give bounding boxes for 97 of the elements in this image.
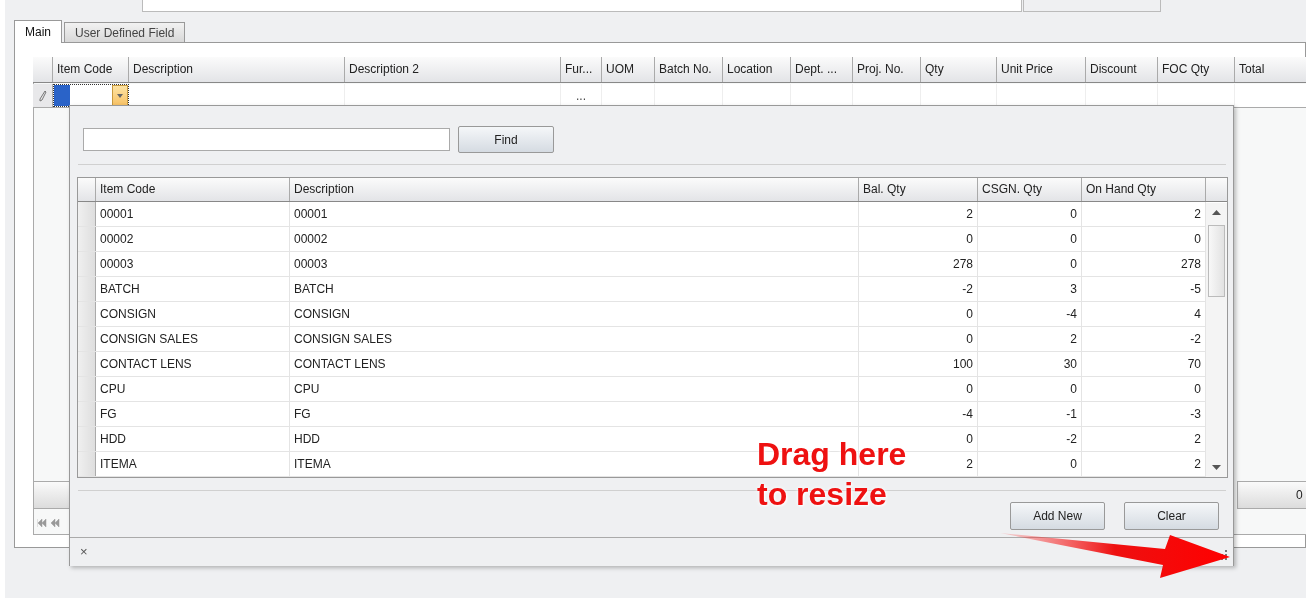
column-header[interactable]: Unit Price: [997, 57, 1086, 82]
table-cell: FG: [290, 402, 859, 426]
column-header[interactable]: Bal. Qty: [859, 178, 978, 201]
table-cell: 00001: [290, 202, 859, 226]
row-indicator[interactable]: [78, 327, 96, 351]
table-cell: 0: [978, 252, 1082, 276]
table-cell: 278: [859, 252, 978, 276]
table-cell: -2: [859, 277, 978, 301]
table-cell: -1: [978, 402, 1082, 426]
table-cell: 0: [859, 327, 978, 351]
dropdown-caret-icon[interactable]: [112, 85, 128, 106]
tab[interactable]: Main: [14, 20, 62, 43]
row-indicator[interactable]: [78, 302, 96, 326]
scrollbar[interactable]: [1206, 203, 1227, 477]
table-cell: 0: [859, 227, 978, 251]
table-cell: 100: [859, 352, 978, 376]
column-header[interactable]: Discount: [1086, 57, 1158, 82]
table-row[interactable]: CONSIGN SALES CONSIGN SALES 0 2 -2: [78, 327, 1206, 352]
table-cell: 0: [978, 202, 1082, 226]
table-cell: 0: [978, 377, 1082, 401]
scroll-up-icon[interactable]: [1212, 210, 1221, 215]
row-indicator[interactable]: [78, 227, 96, 251]
column-header[interactable]: Description: [290, 178, 859, 201]
row-indicator[interactable]: [78, 427, 96, 451]
column-header[interactable]: Description: [129, 57, 345, 82]
column-header[interactable]: Item Code: [96, 178, 290, 201]
row-indicator[interactable]: [78, 202, 96, 226]
pencil-icon: [38, 89, 47, 102]
ellipsis-button[interactable]: ...: [576, 86, 586, 105]
row-indicator[interactable]: [78, 452, 96, 476]
column-header[interactable]: Qty: [921, 57, 997, 82]
table-cell: 0: [978, 452, 1082, 476]
column-header[interactable]: Fur...: [561, 57, 602, 82]
column-header[interactable]: Item Code: [53, 57, 129, 82]
row-indicator[interactable]: [78, 352, 96, 376]
table-cell: 0: [859, 302, 978, 326]
row-indicator[interactable]: [78, 402, 96, 426]
table-cell: 3: [978, 277, 1082, 301]
close-button[interactable]: ×: [80, 542, 88, 562]
table-cell: 00003: [96, 252, 290, 276]
table-cell: CPU: [290, 377, 859, 401]
navigation-first-previous-icon[interactable]: [37, 519, 63, 527]
table-cell: -2: [978, 427, 1082, 451]
column-header[interactable]: Batch No.: [655, 57, 723, 82]
table-cell: 30: [978, 352, 1082, 376]
table-row[interactable]: 00002 00002 0 0 0: [78, 227, 1206, 252]
table-cell: CONSIGN SALES: [96, 327, 290, 351]
table-row[interactable]: CONTACT LENS CONTACT LENS 100 30 70: [78, 352, 1206, 377]
table-cell: BATCH: [96, 277, 290, 301]
table-cell: 2: [978, 327, 1082, 351]
column-header[interactable]: On Hand Qty: [1082, 178, 1206, 201]
scroll-thumb[interactable]: [1208, 225, 1225, 297]
table-cell: ITEMA: [96, 452, 290, 476]
table-row[interactable]: FG FG -4 -1 -3: [78, 402, 1206, 427]
column-header[interactable]: Total: [1235, 57, 1306, 82]
table-cell: 00003: [290, 252, 859, 276]
column-header[interactable]: FOC Qty: [1158, 57, 1235, 82]
dialog-button[interactable]: Clear: [1124, 502, 1219, 530]
table-cell: CPU: [96, 377, 290, 401]
annotation-text: to resize: [757, 475, 888, 514]
input-field[interactable]: [142, 0, 1022, 12]
table-cell: CONSIGN: [290, 302, 859, 326]
table-cell: BATCH: [290, 277, 859, 301]
column-header[interactable]: UOM: [602, 57, 655, 82]
table-row[interactable]: CONSIGN CONSIGN 0 -4 4: [78, 302, 1206, 327]
table-cell: 00002: [96, 227, 290, 251]
column-header[interactable]: Location: [723, 57, 791, 82]
row-indicator[interactable]: [78, 377, 96, 401]
table-cell: FG: [96, 402, 290, 426]
table-row[interactable]: BATCH BATCH -2 3 -5: [78, 277, 1206, 302]
table-cell: HDD: [96, 427, 290, 451]
table-row[interactable]: 00001 00001 2 0 2: [78, 202, 1206, 227]
tab[interactable]: User Defined Field: [64, 22, 186, 43]
table-row[interactable]: 00003 00003 278 0 278: [78, 252, 1206, 277]
find-button[interactable]: Find: [458, 126, 554, 153]
search-field[interactable]: [83, 128, 450, 151]
table-cell: 00001: [96, 202, 290, 226]
table-cell: 00002: [290, 227, 859, 251]
column-header[interactable]: Dept. ...: [791, 57, 853, 82]
table-cell: 0: [978, 227, 1082, 251]
total-button[interactable]: 0: [1237, 481, 1306, 509]
dialog-button[interactable]: Add New: [1010, 502, 1105, 530]
column-header[interactable]: Proj. No.: [853, 57, 921, 82]
table-cell: -4: [978, 302, 1082, 326]
table-cell: CONTACT LENS: [96, 352, 290, 376]
table-cell: CONSIGN: [96, 302, 290, 326]
scroll-down-icon[interactable]: [1212, 465, 1221, 470]
table-cell: 2: [859, 202, 978, 226]
table-cell: -4: [859, 402, 978, 426]
column-header[interactable]: Description 2: [345, 57, 561, 82]
table-row[interactable]: CPU CPU 0 0 0: [78, 377, 1206, 402]
row-indicator[interactable]: [78, 277, 96, 301]
table-cell: CONSIGN SALES: [290, 327, 859, 351]
table-cell: 0: [859, 377, 978, 401]
row-indicator[interactable]: [78, 252, 96, 276]
table-cell: CONTACT LENS: [290, 352, 859, 376]
column-header[interactable]: CSGN. Qty: [978, 178, 1082, 201]
